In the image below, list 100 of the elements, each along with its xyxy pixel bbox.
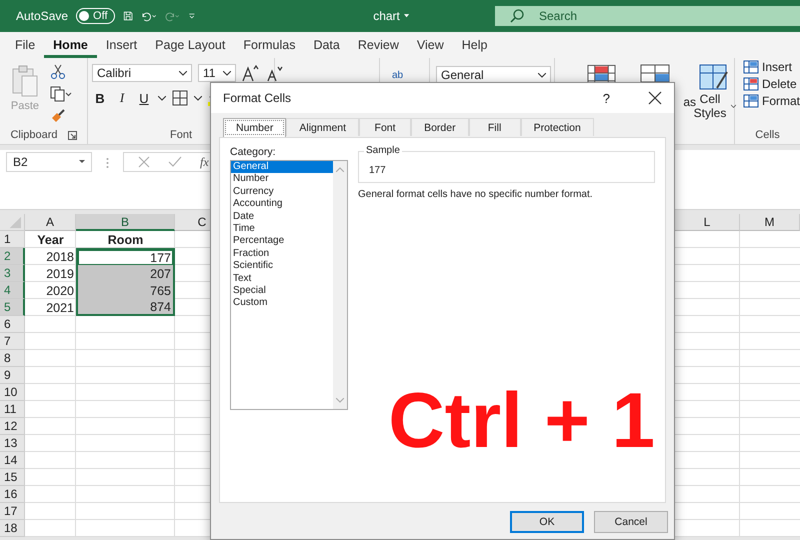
- help-button[interactable]: ?: [602, 90, 610, 106]
- caret-icon[interactable]: [194, 96, 202, 100]
- launcher-icon[interactable]: [68, 130, 77, 140]
- more-icon: [106, 157, 109, 169]
- list-item[interactable]: Time: [231, 223, 333, 236]
- ribbon-tab[interactable]: File: [6, 32, 44, 58]
- column-header[interactable]: A: [25, 214, 76, 231]
- table-cell-text: Room: [106, 232, 144, 248]
- row-header[interactable]: 1: [0, 231, 25, 248]
- list-item[interactable]: Currency: [231, 186, 333, 198]
- table-cell-text: 2021: [45, 300, 75, 316]
- group-label: Cells: [755, 129, 780, 141]
- list-item[interactable]: Accounting: [231, 198, 333, 211]
- document-title[interactable]: chart: [373, 9, 400, 23]
- borders-icon[interactable]: [172, 90, 188, 106]
- table-cell: 874: [76, 299, 175, 316]
- chevron-down-icon[interactable]: [538, 72, 546, 78]
- autosave-toggle[interactable]: Off: [76, 8, 115, 24]
- search-field[interactable]: Search: [495, 6, 800, 26]
- chevron-down-icon[interactable]: [223, 70, 231, 76]
- dialog-tab[interactable]: Border: [411, 118, 469, 136]
- italic-button[interactable]: I: [114, 90, 130, 106]
- table-cell: 177: [76, 248, 175, 265]
- name-box[interactable]: B2: [6, 152, 92, 172]
- cells-button[interactable]: Insert: [743, 60, 792, 74]
- button-label[interactable]: as: [683, 95, 696, 109]
- table-cells-icon: [743, 77, 759, 91]
- dialog-tab[interactable]: Protection: [520, 118, 594, 136]
- dialog-button[interactable]: Cancel: [594, 511, 668, 533]
- table-cell-text: 2018: [45, 248, 75, 265]
- sample-value: 177: [369, 164, 386, 176]
- copy-icon[interactable]: [50, 86, 72, 102]
- dialog-tab[interactable]: Number: [223, 118, 286, 137]
- row-header[interactable]: 13: [0, 435, 25, 452]
- row-header[interactable]: 3: [0, 265, 25, 282]
- group-label: Sample: [364, 145, 402, 156]
- list-item[interactable]: Fraction: [231, 248, 333, 260]
- row-header[interactable]: 2: [0, 248, 25, 265]
- table-cell: 765: [76, 282, 175, 299]
- close-icon[interactable]: [648, 91, 662, 105]
- row-header[interactable]: 4: [0, 282, 25, 299]
- grow-font-icon[interactable]: [242, 64, 260, 82]
- row-header[interactable]: 16: [0, 486, 25, 503]
- search-icon: [509, 8, 525, 24]
- row-header[interactable]: 5: [0, 299, 25, 316]
- group-label: Clipboard: [10, 129, 58, 141]
- cells-button[interactable]: Delete: [743, 77, 797, 91]
- row-header[interactable]: 7: [0, 333, 25, 350]
- column-header[interactable]: M: [740, 214, 800, 231]
- format-painter-icon[interactable]: [50, 108, 66, 124]
- chevron-down-icon[interactable]: [179, 70, 187, 76]
- ribbon-tab[interactable]: Page Layout: [146, 32, 234, 58]
- annotation-text: Ctrl + 1: [388, 380, 655, 460]
- dialog-tab[interactable]: Alignment: [286, 118, 360, 136]
- ribbon-tab[interactable]: Insert: [96, 32, 146, 58]
- row-header[interactable]: 8: [0, 350, 25, 367]
- autosave-label: AutoSave: [16, 9, 68, 23]
- list-item[interactable]: Special: [231, 285, 333, 298]
- list-item[interactable]: Custom: [231, 297, 333, 310]
- ribbon-tab[interactable]: Review: [348, 32, 408, 58]
- caret-icon[interactable]: [158, 96, 166, 100]
- row-header[interactable]: 6: [0, 316, 25, 333]
- row-header[interactable]: 10: [0, 384, 25, 401]
- bold-button[interactable]: B: [92, 90, 108, 106]
- row-header[interactable]: 17: [0, 503, 25, 520]
- row-header[interactable]: 14: [0, 452, 25, 469]
- row-header[interactable]: 9: [0, 367, 25, 384]
- dialog-tab[interactable]: Font: [359, 118, 412, 136]
- group-label: Font: [170, 129, 192, 141]
- list-item[interactable]: Text: [231, 272, 333, 286]
- caret-icon[interactable]: [79, 160, 85, 164]
- underline-button[interactable]: U: [136, 90, 152, 106]
- table-cell: 207: [76, 265, 175, 282]
- row-header[interactable]: 15: [0, 469, 25, 486]
- list-item[interactable]: Number: [231, 173, 333, 186]
- dialog-button[interactable]: OK: [510, 511, 584, 533]
- row-header[interactable]: 18: [0, 520, 25, 537]
- wrap-text-button[interactable]: ab: [392, 70, 404, 81]
- ribbon-tab[interactable]: View: [408, 32, 453, 58]
- row-header[interactable]: 12: [0, 418, 25, 435]
- insert-function-button[interactable]: fx: [200, 154, 209, 170]
- row-header[interactable]: 11: [0, 401, 25, 418]
- dialog-title: Format Cells: [223, 91, 292, 105]
- cell-styles-button[interactable]: Cell Styles: [694, 64, 734, 120]
- ribbon-tab[interactable]: Data: [304, 32, 349, 58]
- shrink-font-icon[interactable]: [266, 64, 284, 82]
- cut-icon[interactable]: [50, 64, 66, 80]
- ribbon-tab[interactable]: Help: [452, 32, 496, 58]
- list-item[interactable]: Scientific: [231, 260, 333, 273]
- font-name-field[interactable]: Calibri: [92, 64, 192, 82]
- ribbon-tab[interactable]: Formulas: [234, 32, 304, 58]
- column-header[interactable]: L: [675, 214, 740, 231]
- list-item[interactable]: General: [231, 161, 333, 174]
- dialog-tab[interactable]: Fill: [468, 118, 521, 136]
- list-item[interactable]: Date: [231, 210, 333, 224]
- column-header[interactable]: B: [76, 214, 175, 231]
- font-size-field[interactable]: 11: [198, 64, 236, 82]
- list-item[interactable]: Percentage: [231, 235, 333, 248]
- caret-icon[interactable]: [404, 13, 409, 19]
- cells-button[interactable]: Format: [743, 94, 800, 108]
